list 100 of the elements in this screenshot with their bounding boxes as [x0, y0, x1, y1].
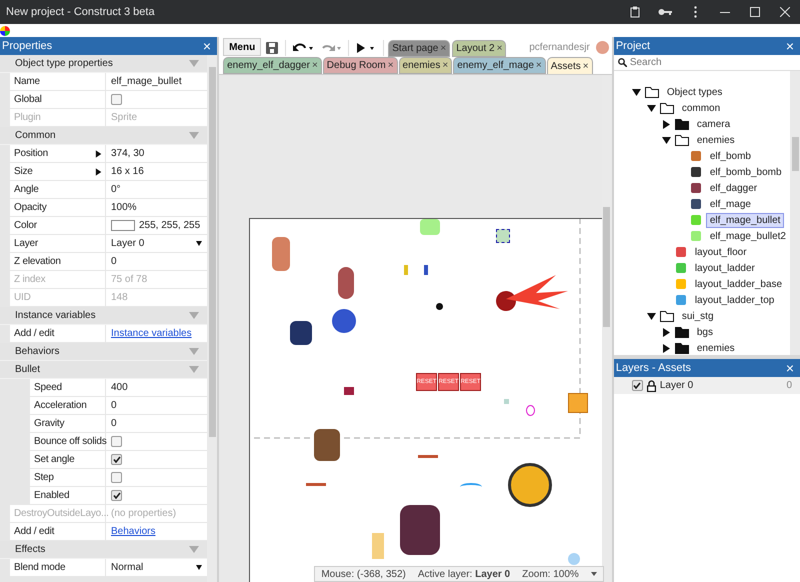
layer-row[interactable]: Layer 0 0	[614, 377, 800, 394]
selected-bullet-sprite[interactable]	[496, 229, 510, 243]
tab[interactable]: Debug Room ×	[322, 57, 398, 74]
caret-icon[interactable]	[590, 572, 597, 576]
expanded-arrow-icon[interactable]	[646, 312, 656, 320]
property-dropdown[interactable]: Normal	[106, 559, 208, 576]
archer-sprite[interactable]	[314, 429, 340, 461]
tab[interactable]: enemies ×	[398, 57, 452, 74]
checkbox[interactable]	[111, 94, 122, 105]
close-button[interactable]: ×	[786, 39, 794, 53]
small-sprite[interactable]	[344, 387, 354, 395]
creature-sprite[interactable]	[338, 267, 354, 299]
spiked-ball-sprite[interactable]	[332, 309, 356, 333]
checkbox[interactable]	[111, 472, 122, 483]
character-sprite[interactable]	[272, 237, 290, 271]
close-button[interactable]: ×	[202, 39, 212, 53]
search-field[interactable]: Search	[614, 55, 800, 71]
property-label: Acceleration	[30, 397, 106, 414]
property-link[interactable]: Behaviors	[111, 526, 156, 537]
property-value: 255, 255, 255	[139, 220, 200, 231]
expanded-arrow-icon[interactable]	[662, 136, 671, 144]
tree-item[interactable]: bgs	[614, 324, 790, 340]
tree-item[interactable]: layout_ladder_top	[614, 292, 790, 308]
tab[interactable]: Layout 2 ×	[452, 40, 506, 57]
checkbox[interactable]	[632, 380, 643, 391]
tab[interactable]: enemy_elf_dagger ×	[223, 57, 322, 74]
crate-sprite[interactable]	[568, 393, 588, 413]
ball-sprite[interactable]	[508, 463, 552, 507]
ladder-sprite[interactable]	[424, 265, 428, 275]
folder-icon	[644, 86, 659, 98]
scrollbar[interactable]	[790, 71, 800, 355]
property-value[interactable]: 0	[106, 253, 208, 270]
property-value[interactable]: 0°	[106, 181, 208, 198]
property-label: Add / edit	[10, 325, 106, 342]
tree-item[interactable]: enemies	[614, 340, 790, 355]
bomb-sprite[interactable]	[436, 303, 444, 310]
property-value[interactable]: 374, 30	[106, 145, 144, 162]
property-value[interactable]: elf_mage_bullet	[106, 73, 208, 90]
property-label: Name	[10, 73, 106, 90]
checkbox[interactable]	[111, 436, 122, 447]
scrollbar[interactable]	[207, 55, 218, 582]
tree-item-label: bgs	[696, 326, 714, 340]
tree-item[interactable]: elf_bomb_bomb	[614, 164, 790, 180]
tree-item[interactable]: elf_dagger	[614, 180, 790, 196]
property-label: Bounce off solids	[30, 433, 106, 450]
tree-item[interactable]: common	[614, 100, 790, 116]
property-label: UID	[10, 289, 106, 306]
tab[interactable]: Start page ×	[388, 40, 450, 57]
active-layer: Active layer: Layer 0	[418, 568, 510, 580]
section-title: Instance variables	[15, 310, 96, 321]
property-label: Add / edit	[10, 523, 106, 540]
property-value[interactable]: 400	[106, 379, 208, 396]
folder-icon	[660, 102, 674, 114]
tree-item[interactable]: layout_ladder	[614, 260, 790, 276]
tree-item-label: elf_dagger	[708, 182, 758, 196]
checkbox[interactable]	[111, 454, 122, 465]
property-value[interactable]: 16 x 16	[106, 163, 144, 180]
tree-item[interactable]: elf_mage_bullet2	[614, 228, 790, 244]
warrior-sprite[interactable]	[400, 505, 440, 555]
tab[interactable]: Assets ×	[546, 57, 593, 74]
property-link[interactable]: Instance variables	[111, 328, 192, 339]
tree-item[interactable]: elf_mage	[614, 196, 790, 212]
property-value[interactable]: 0	[106, 415, 208, 432]
section-title: Bullet	[15, 364, 40, 375]
tree-item-label: camera	[696, 118, 732, 132]
panel-title: Properties	[2, 40, 52, 52]
dark-creature-sprite[interactable]	[290, 321, 312, 345]
checkbox[interactable]	[111, 490, 122, 501]
tree-item-label: layout_ladder_top	[694, 294, 776, 308]
user-name[interactable]: pcfernandesjr	[529, 42, 590, 52]
layer-count: 0	[786, 380, 792, 391]
menu-button[interactable]: Menu	[223, 38, 262, 56]
property-dropdown[interactable]: Layer 0	[106, 235, 208, 252]
tree-item[interactable]: camera	[614, 116, 790, 132]
close-button[interactable]: ×	[786, 361, 794, 375]
tree-item[interactable]: layout_ladder_base	[614, 276, 790, 292]
property-value[interactable]: 0	[106, 397, 208, 414]
lock-icon[interactable]	[646, 380, 656, 392]
property-label: Speed	[30, 379, 106, 396]
ring-sprite[interactable]	[526, 405, 536, 416]
property-value: Sprite	[110, 111, 138, 125]
tree-item[interactable]: sui_stg	[614, 308, 790, 324]
property-value[interactable]: 100%	[106, 199, 208, 216]
search-icon	[618, 58, 627, 67]
property-label: Blend mode	[10, 559, 106, 576]
tree-item[interactable]: Object types	[614, 84, 790, 100]
tree-item[interactable]: enemies	[614, 132, 790, 148]
color-swatch[interactable]	[111, 220, 135, 231]
tree-item[interactable]: elf_mage_bullet	[614, 212, 790, 228]
tree-item-label: elf_mage_bullet	[706, 212, 784, 228]
color-wheel-logo-icon[interactable]	[0, 26, 10, 36]
section-title: Object type properties	[15, 58, 113, 69]
collapsed-arrow-icon[interactable]	[662, 120, 671, 128]
tree-item[interactable]: elf_bomb	[614, 148, 790, 164]
zoom-level[interactable]: Zoom: 100%	[522, 568, 579, 580]
panel-title: Layers - Assets	[616, 362, 692, 374]
tree-item[interactable]: layout_floor	[614, 244, 790, 260]
tree-item-label: layout_floor	[694, 246, 748, 260]
tab[interactable]: enemy_elf_mage ×	[453, 57, 546, 74]
tree-item-label: layout_ladder_base	[694, 278, 784, 292]
